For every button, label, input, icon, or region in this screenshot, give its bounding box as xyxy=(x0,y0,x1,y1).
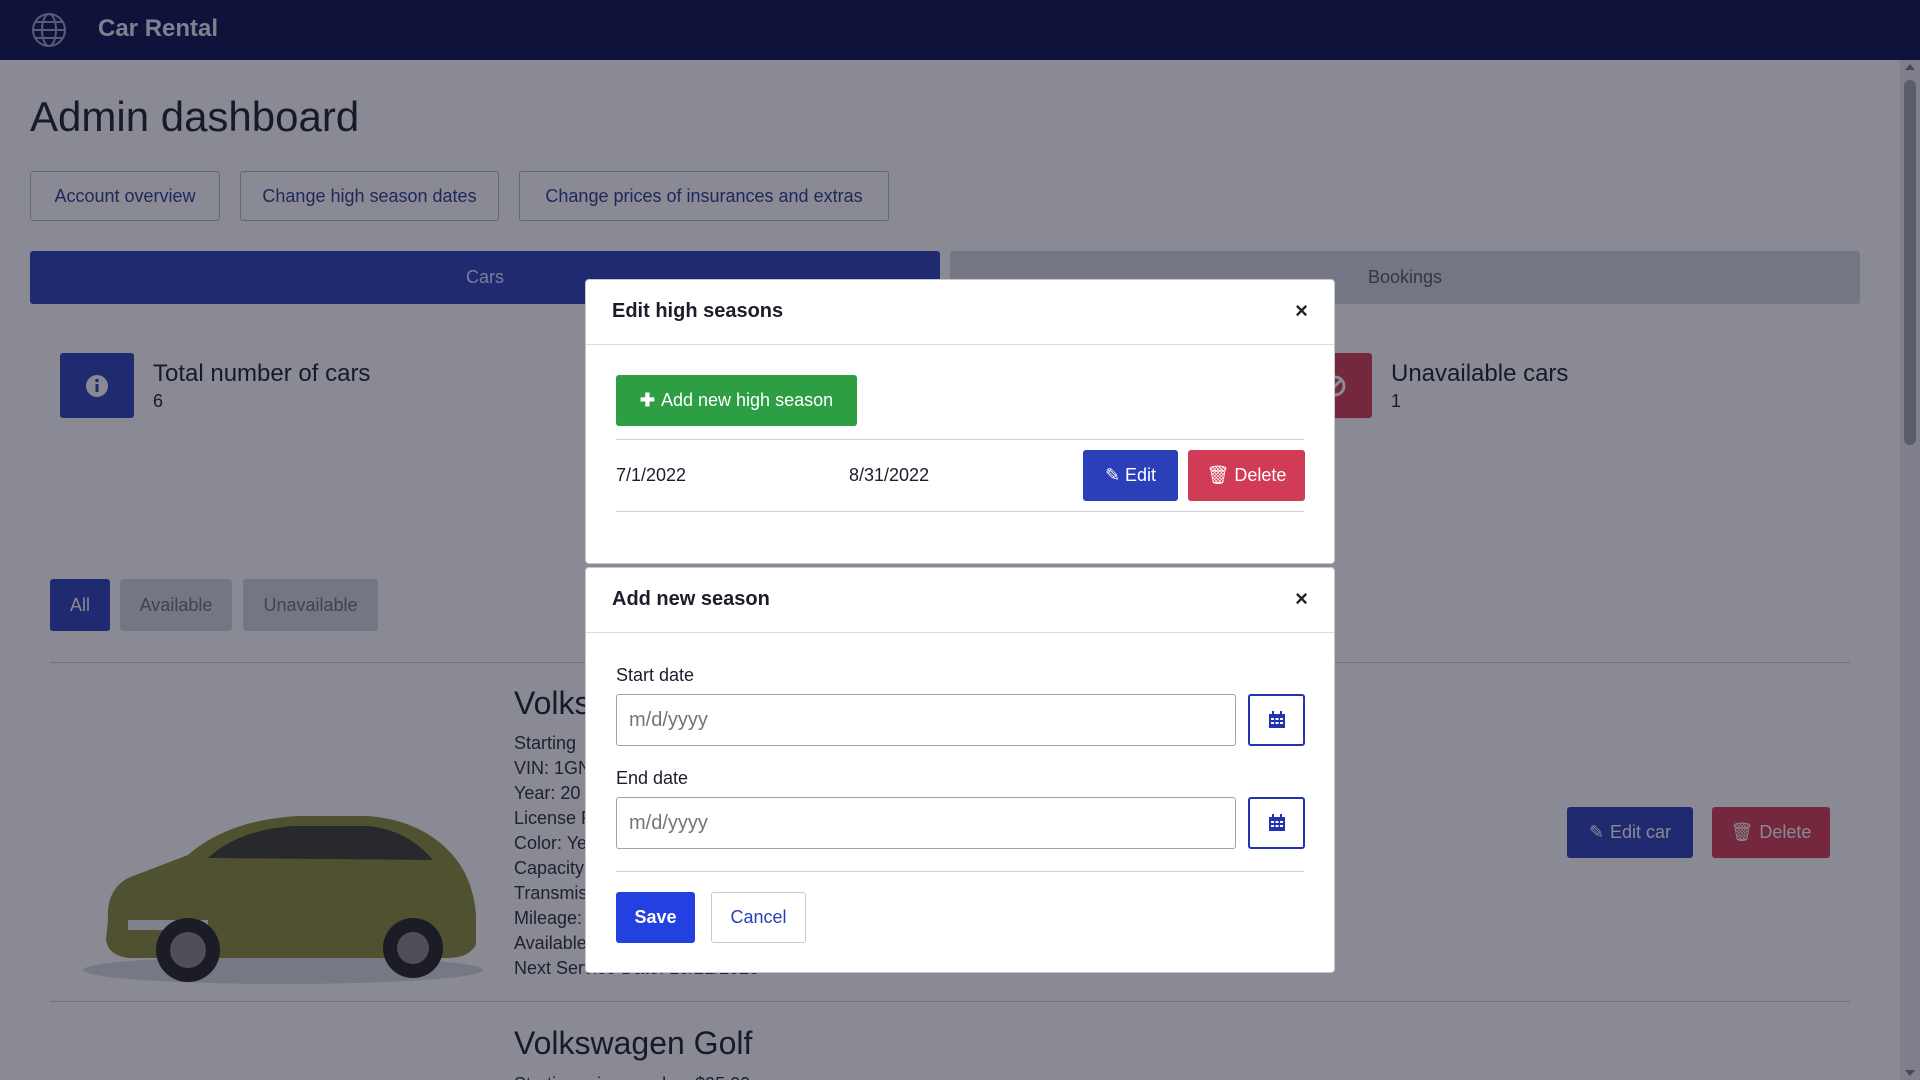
calendar-icon xyxy=(1268,711,1285,728)
pencil-icon: ✎ xyxy=(1104,465,1121,485)
close-icon[interactable]: × xyxy=(1295,586,1308,612)
edit-high-seasons-modal: Edit high seasons × ✚ Add new high season… xyxy=(585,279,1335,564)
save-button[interactable]: Save xyxy=(616,892,695,943)
add-new-high-season-label: Add new high season xyxy=(660,390,834,410)
add-new-season-modal: Add new season × Start date End date Sav… xyxy=(585,567,1335,973)
end-date-input[interactable] xyxy=(616,797,1236,849)
edit-season-label: Edit xyxy=(1125,465,1157,485)
plus-icon: ✚ xyxy=(639,390,655,410)
end-date-label: End date xyxy=(616,768,689,788)
season-start-date: 7/1/2022 xyxy=(616,465,687,485)
season-row-divider xyxy=(616,439,1304,440)
calendar-icon xyxy=(1268,814,1285,831)
modal-header: Add new season × xyxy=(586,568,1334,633)
edit-season-button[interactable]: ✎ Edit xyxy=(1083,450,1178,501)
form-divider xyxy=(616,871,1304,872)
add-new-high-season-button[interactable]: ✚ Add new high season xyxy=(616,375,857,426)
start-date-label: Start date xyxy=(616,665,695,685)
modal-header: Edit high seasons × xyxy=(586,280,1334,345)
modal-title: Add new season xyxy=(612,588,770,610)
delete-season-label: Delete xyxy=(1234,465,1287,485)
cancel-button[interactable]: Cancel xyxy=(711,892,806,943)
season-end-date: 8/31/2022 xyxy=(849,465,930,485)
season-row-divider xyxy=(616,511,1304,512)
start-date-input[interactable] xyxy=(616,694,1236,746)
trash-icon: 🗑 xyxy=(1206,465,1230,485)
end-date-calendar-button[interactable] xyxy=(1248,797,1305,849)
start-date-calendar-button[interactable] xyxy=(1248,694,1305,746)
close-icon[interactable]: × xyxy=(1295,298,1308,324)
modal-title: Edit high seasons xyxy=(612,300,784,322)
delete-season-button[interactable]: 🗑 Delete xyxy=(1188,450,1305,501)
